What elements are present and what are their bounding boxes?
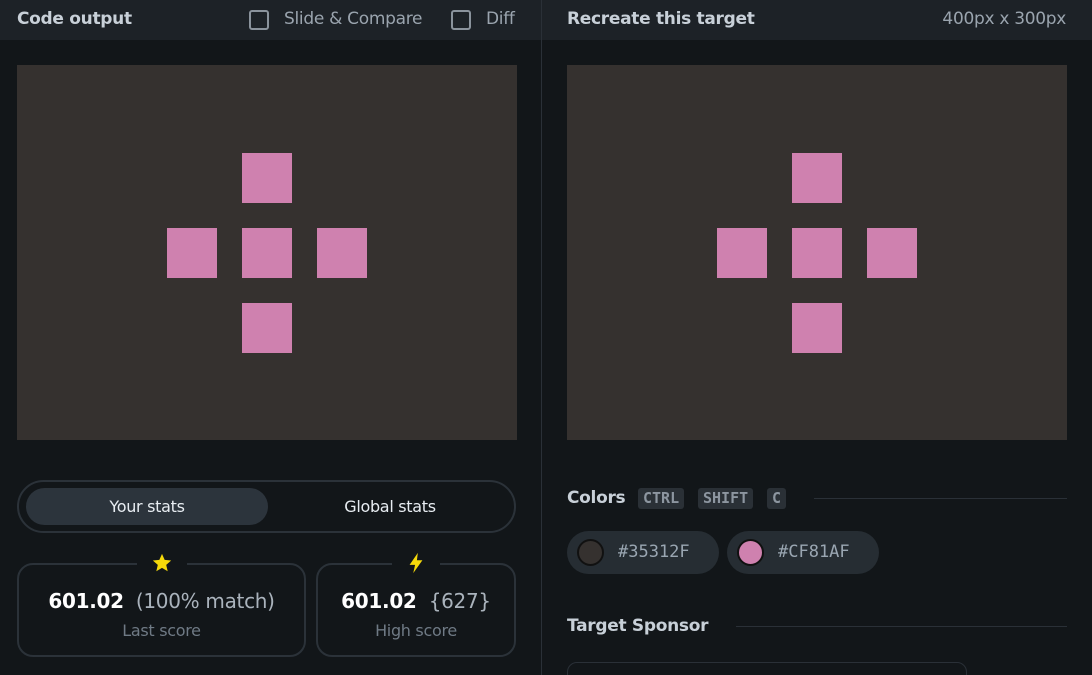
panel-divider[interactable] [541, 0, 542, 675]
colors-title: Colors [567, 488, 626, 508]
pink-square-right [317, 228, 367, 278]
pink-square-center [242, 228, 292, 278]
target-square-right [867, 228, 917, 278]
shortcut-key-c: C [767, 488, 787, 509]
code-output-header: Code output Slide & Compare Diff [0, 0, 541, 40]
pink-square-bottom [242, 303, 292, 353]
target-title: Recreate this target [567, 9, 755, 29]
high-score-total: {627} [428, 589, 491, 613]
target-header: Recreate this target 400px x 300px [542, 0, 1092, 40]
target-square-top [792, 153, 842, 203]
high-score-value: 601.02 {627} [318, 589, 514, 613]
colors-divider [814, 498, 1067, 499]
code-output-canvas[interactable] [17, 65, 517, 440]
sponsor-card[interactable] [567, 662, 967, 675]
sponsor-divider [736, 626, 1067, 627]
last-score-value: 601.02 (100% match) [19, 589, 304, 613]
tab-your-stats[interactable]: Your stats [26, 488, 268, 525]
pink-square-top [242, 153, 292, 203]
swatch-dot-pink [737, 539, 764, 566]
swatch-dot-dark [577, 539, 604, 566]
code-output-title: Code output [17, 9, 132, 29]
last-score-number: 601.02 [48, 589, 124, 613]
lightning-icon [409, 552, 423, 574]
color-swatch-1[interactable]: #35312F [567, 531, 719, 574]
target-square-center [792, 228, 842, 278]
stats-toggle: Your stats Global stats [17, 480, 516, 533]
shortcut-key-shift: SHIFT [698, 488, 754, 509]
diff-checkbox[interactable] [451, 10, 471, 30]
last-score-match: (100% match) [135, 589, 275, 613]
target-sponsor-title: Target Sponsor [567, 616, 709, 636]
star-icon [152, 553, 171, 572]
target-square-left [717, 228, 767, 278]
swatch-hex-1: #35312F [618, 542, 690, 562]
tab-global-stats[interactable]: Global stats [270, 488, 510, 525]
slide-compare-checkbox[interactable] [249, 10, 269, 30]
swatch-hex-2: #CF81AF [778, 542, 850, 562]
target-dimensions: 400px x 300px [942, 9, 1066, 29]
pink-square-left [167, 228, 217, 278]
high-score-label: High score [375, 621, 457, 640]
shortcut-key-ctrl: CTRL [638, 488, 685, 509]
target-square-bottom [792, 303, 842, 353]
last-score-card: 601.02 (100% match) Last score [17, 551, 306, 657]
color-swatch-2[interactable]: #CF81AF [727, 531, 879, 574]
high-score-card: 601.02 {627} High score [316, 551, 516, 657]
slide-compare-label[interactable]: Slide & Compare [284, 9, 422, 29]
target-canvas [567, 65, 1067, 440]
last-score-label: Last score [122, 621, 201, 640]
diff-label[interactable]: Diff [486, 9, 515, 29]
high-score-number: 601.02 [341, 589, 417, 613]
